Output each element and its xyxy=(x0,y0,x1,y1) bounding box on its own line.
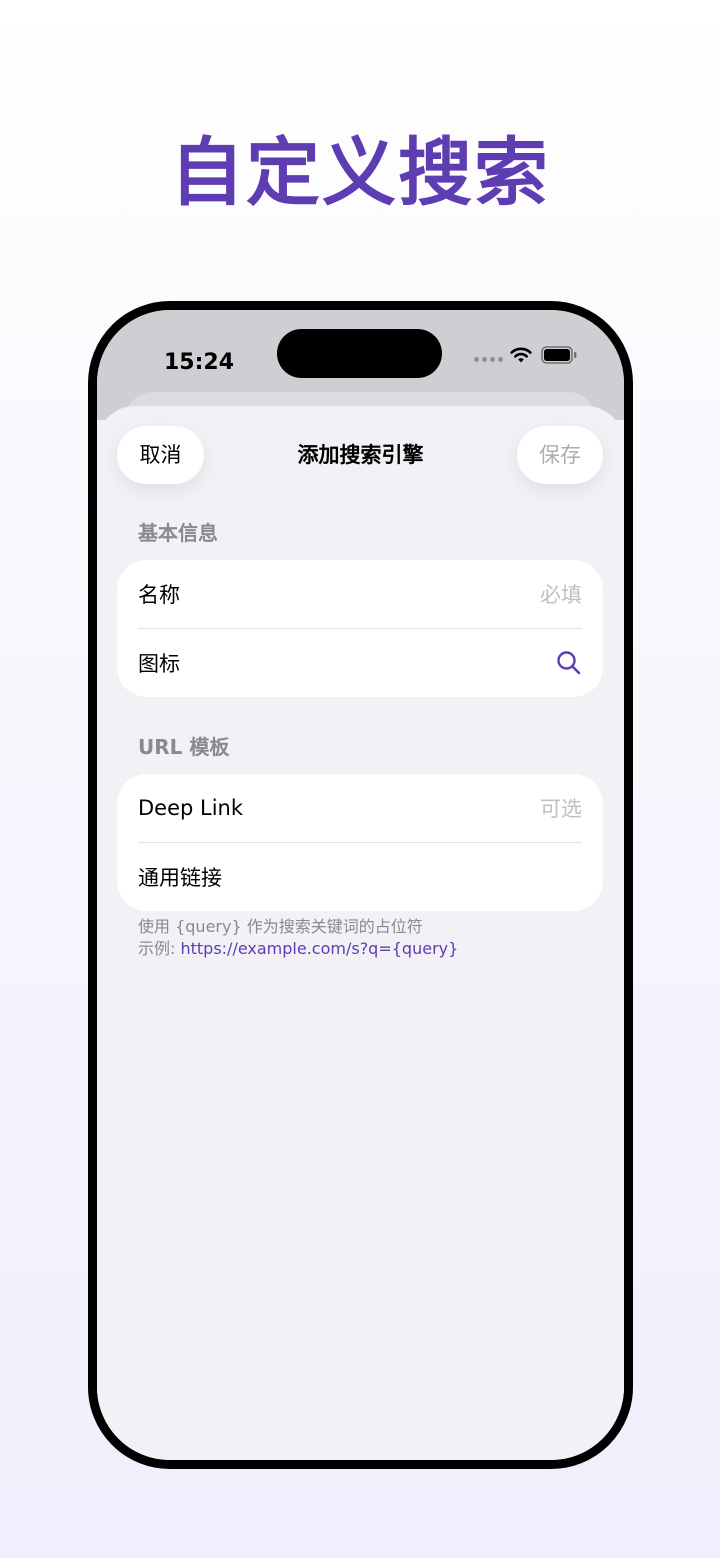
universal-link-label: 通用链接 xyxy=(138,866,222,890)
section-header-basic-info: 基本信息 xyxy=(138,521,218,545)
url-template-card: Deep Link 可选 通用链接 xyxy=(117,774,603,911)
icon-row[interactable]: 图标 xyxy=(138,629,582,697)
headline: 自定义搜索 xyxy=(170,130,550,216)
section-header-url-template: URL 模板 xyxy=(138,735,230,759)
cellular-signal-icon xyxy=(474,357,503,362)
basic-info-card: 名称 必填 图标 xyxy=(117,560,603,697)
name-input[interactable]: 必填 xyxy=(540,579,582,609)
deep-link-row[interactable]: Deep Link 可选 xyxy=(138,774,582,843)
footer-example-prefix: 示例: xyxy=(138,939,181,958)
battery-icon xyxy=(541,346,577,364)
example-url-link: https://example.com/s?q={query} xyxy=(180,939,459,958)
footer-hint: 使用 {query} 作为搜索关键词的占位符 xyxy=(138,917,423,936)
footer-example: 示例: https://example.com/s?q={query} xyxy=(138,938,458,960)
name-label: 名称 xyxy=(138,583,180,607)
cancel-button[interactable]: 取消 xyxy=(117,426,204,484)
add-search-engine-sheet: 添加搜索引擎 取消 保存 基本信息 名称 必填 图标 URL 模板 Deep L… xyxy=(97,406,624,1460)
status-time: 15:24 xyxy=(164,350,235,375)
icon-label: 图标 xyxy=(138,652,180,676)
wifi-icon xyxy=(510,347,532,363)
deep-link-label: Deep Link xyxy=(138,796,244,820)
save-button[interactable]: 保存 xyxy=(517,426,603,484)
name-row[interactable]: 名称 必填 xyxy=(138,560,582,629)
deep-link-input[interactable]: 可选 xyxy=(540,793,582,823)
search-icon[interactable] xyxy=(556,650,582,676)
phone-frame: 15:24 添加搜索引擎 取消 保存 基本信息 名称 必填 图标 URL 模板 … xyxy=(88,301,633,1469)
footer-note: 使用 {query} 作为搜索关键词的占位符 示例: https://examp… xyxy=(138,916,458,960)
dynamic-island xyxy=(277,329,442,378)
universal-link-row[interactable]: 通用链接 xyxy=(138,843,582,911)
